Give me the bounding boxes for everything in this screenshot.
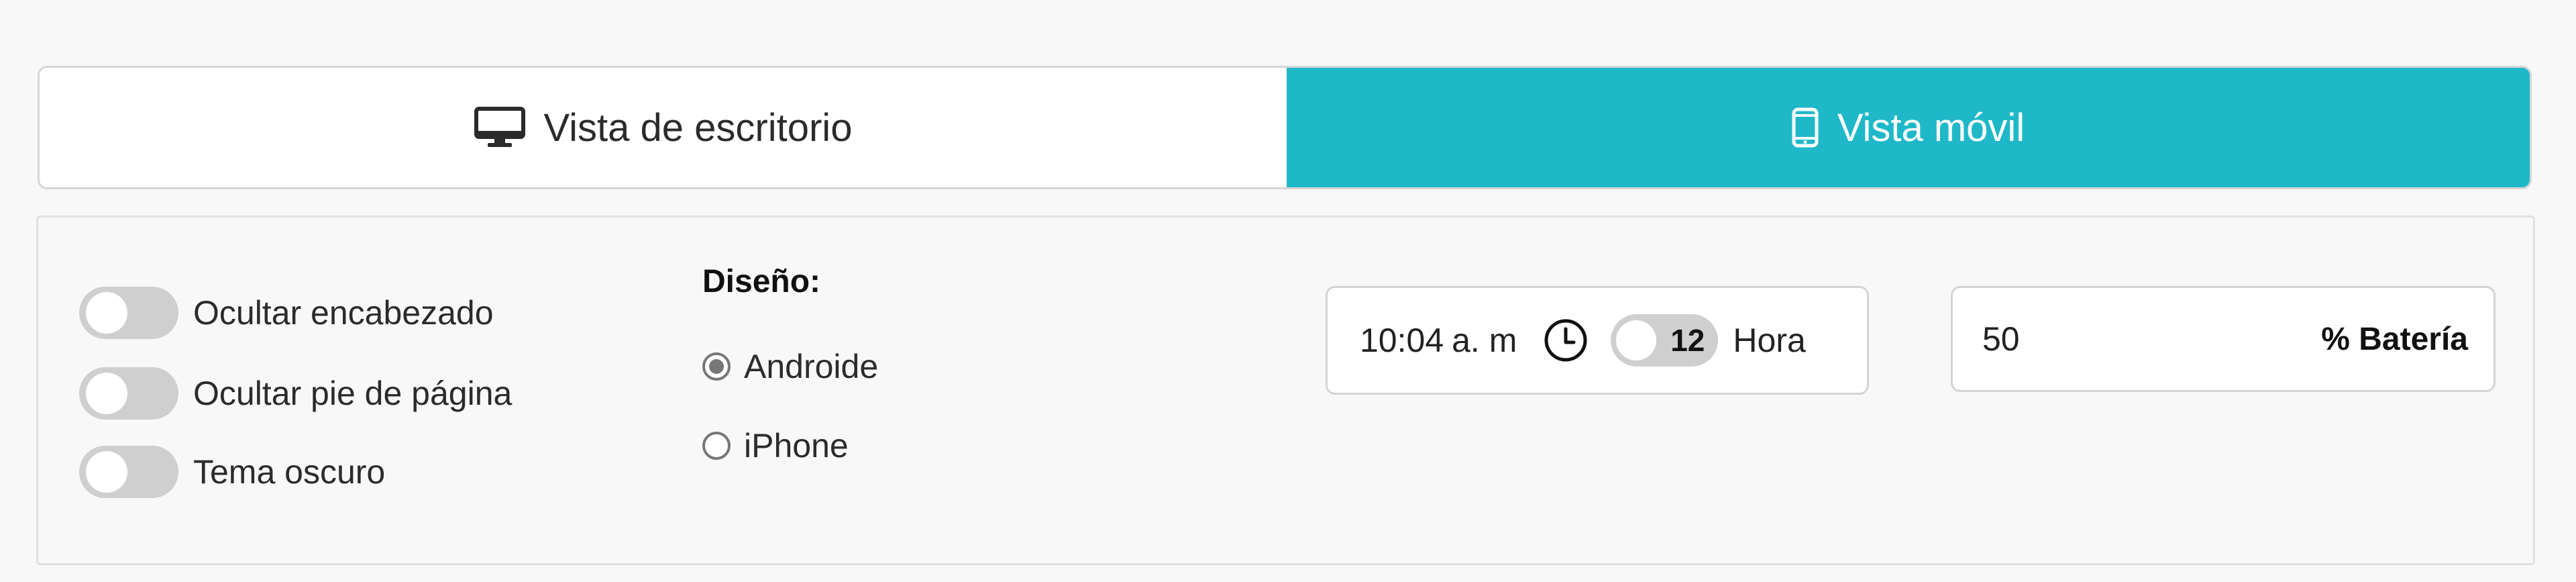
tab-desktop-label: Vista de escritorio <box>543 105 853 150</box>
radio-button[interactable] <box>702 432 731 460</box>
time-value[interactable]: 10:04 <box>1360 321 1444 360</box>
mobile-phone-icon <box>1792 107 1819 148</box>
radio-android-label: Androide <box>744 348 879 385</box>
hour-format-label: Hora <box>1733 322 1806 359</box>
battery-suffix: % Batería <box>2321 321 2468 357</box>
tab-desktop-view[interactable]: Vista de escritorio <box>40 68 1287 187</box>
radio-button-checked[interactable] <box>702 352 731 381</box>
view-mode-tabs: Vista de escritorio Vista móvil <box>38 66 2532 189</box>
clock-icon[interactable] <box>1544 318 1588 362</box>
hour-format-value: 12 <box>1670 323 1705 358</box>
toggle-knob <box>86 373 127 414</box>
radio-iphone-label: iPhone <box>744 427 849 465</box>
hide-header-label: Ocultar encabezado <box>193 294 494 332</box>
toggle-knob <box>1616 320 1657 360</box>
options-panel: Ocultar encabezado Ocultar pie de página… <box>36 215 2535 565</box>
time-input[interactable]: 10:04 a. m 12 Hora <box>1326 286 1869 395</box>
toggle-row-hide-header: Ocultar encabezado <box>79 287 494 339</box>
tab-mobile-label: Vista móvil <box>1837 105 2025 150</box>
radio-iphone[interactable]: iPhone <box>702 426 849 465</box>
radio-android[interactable]: Androide <box>702 347 878 386</box>
dark-theme-label: Tema oscuro <box>193 453 386 491</box>
design-title: Diseño: <box>702 264 821 299</box>
time-ampm[interactable]: a. m <box>1452 321 1517 360</box>
toggle-knob <box>86 292 127 334</box>
hide-footer-label: Ocultar pie de página <box>193 375 513 412</box>
battery-input[interactable] <box>1981 319 2185 359</box>
toggle-row-dark-theme: Tema oscuro <box>79 446 385 498</box>
toggle-knob <box>86 451 127 493</box>
toggle-row-hide-footer: Ocultar pie de página <box>79 367 512 420</box>
dark-theme-toggle[interactable] <box>79 446 178 498</box>
hide-header-toggle[interactable] <box>79 287 178 339</box>
hide-footer-toggle[interactable] <box>79 367 178 420</box>
tab-mobile-view[interactable]: Vista móvil <box>1287 68 2530 187</box>
battery-field: % Batería <box>1951 286 2496 392</box>
hour-format-toggle[interactable]: 12 <box>1611 314 1719 367</box>
desktop-icon <box>474 107 525 148</box>
